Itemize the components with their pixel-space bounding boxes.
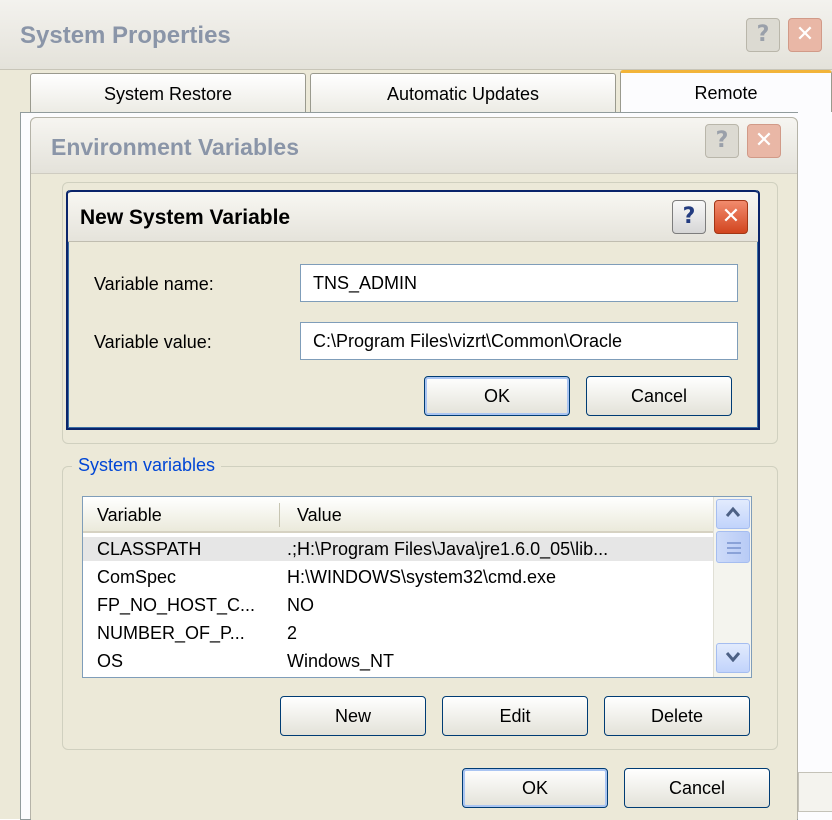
- row-value: .;H:\Program Files\Java\jre1.6.0_05\lib.…: [287, 539, 609, 559]
- row-variable: ComSpec: [97, 567, 177, 587]
- chevron-up-icon: [725, 506, 741, 517]
- envvars-help-button[interactable]: ?: [705, 124, 739, 158]
- system-properties-title: System Properties: [20, 22, 231, 49]
- row-value: Windows_NT: [287, 651, 395, 671]
- system-variables-label: System variables: [72, 455, 222, 476]
- grip-line: [727, 542, 741, 544]
- row-variable: CLASSPATH: [97, 539, 202, 559]
- row-variable: OS: [97, 651, 124, 671]
- new-system-variable-dialog: New System Variable ? ✕ Variable name: T…: [66, 190, 760, 430]
- sysprops-help-button[interactable]: ?: [746, 18, 780, 52]
- envvars-close-button[interactable]: ✕: [747, 124, 781, 158]
- new-button[interactable]: New: [280, 696, 426, 736]
- tab-panel-edge: [798, 112, 832, 820]
- environment-variables-title: Environment Variables: [51, 134, 299, 160]
- environment-variables-titlebar: Environment Variables ? ✕: [31, 118, 797, 174]
- row-value: NO: [287, 595, 314, 615]
- newvar-ok-button[interactable]: OK: [424, 376, 570, 416]
- column-header-value[interactable]: Value: [297, 505, 342, 526]
- env-ok-button[interactable]: OK: [462, 768, 608, 808]
- grip-line: [727, 547, 741, 549]
- scroll-down-button[interactable]: [716, 643, 750, 673]
- delete-button[interactable]: Delete: [604, 696, 750, 736]
- row-variable: FP_NO_HOST_C...: [97, 595, 256, 615]
- scroll-thumb[interactable]: [716, 531, 750, 563]
- variable-value-input[interactable]: C:\Program Files\vizrt\Common\Oracle: [300, 322, 738, 360]
- system-variables-list[interactable]: Variable Value CLASSPATH .;H:\Program Fi…: [82, 496, 752, 678]
- list-scrollbar[interactable]: [713, 497, 751, 677]
- chevron-down-icon: [725, 652, 741, 663]
- env-cancel-button[interactable]: Cancel: [624, 768, 770, 808]
- row-value: 2: [287, 623, 298, 643]
- table-row[interactable]: OS Windows_NT: [83, 649, 713, 673]
- newvar-cancel-button[interactable]: Cancel: [586, 376, 732, 416]
- row-variable: NUMBER_OF_P...: [97, 623, 245, 643]
- tab-automatic-updates[interactable]: Automatic Updates: [310, 73, 616, 113]
- row-value: H:\WINDOWS\system32\cmd.exe: [287, 567, 557, 587]
- column-header-variable[interactable]: Variable: [97, 505, 162, 526]
- tab-remote[interactable]: Remote: [620, 70, 832, 114]
- table-row[interactable]: ComSpec H:\WINDOWS\system32\cmd.exe: [83, 565, 713, 589]
- list-header: Variable Value: [83, 497, 713, 533]
- new-system-variable-titlebar: New System Variable ? ✕: [68, 190, 758, 242]
- sysprops-close-button[interactable]: ✕: [788, 18, 822, 52]
- variable-value-label: Variable value:: [94, 332, 212, 352]
- variable-name-input[interactable]: TNS_ADMIN: [300, 264, 738, 302]
- table-row[interactable]: CLASSPATH .;H:\Program Files\Java\jre1.6…: [83, 537, 713, 561]
- newvar-help-button[interactable]: ?: [672, 200, 706, 234]
- sysprops-button-edge: [798, 772, 832, 812]
- new-system-variable-title: New System Variable: [80, 206, 291, 229]
- table-row[interactable]: FP_NO_HOST_C... NO: [83, 593, 713, 617]
- grip-line: [727, 552, 741, 554]
- system-properties-titlebar: System Properties ? ✕: [0, 0, 832, 70]
- edit-button[interactable]: Edit: [442, 696, 588, 736]
- newvar-close-button[interactable]: ✕: [714, 200, 748, 234]
- scroll-up-button[interactable]: [716, 499, 750, 529]
- table-row[interactable]: NUMBER_OF_P... 2: [83, 621, 713, 645]
- variable-name-label: Variable name:: [94, 274, 214, 294]
- tab-system-restore[interactable]: System Restore: [30, 73, 306, 113]
- column-separator[interactable]: [279, 503, 280, 527]
